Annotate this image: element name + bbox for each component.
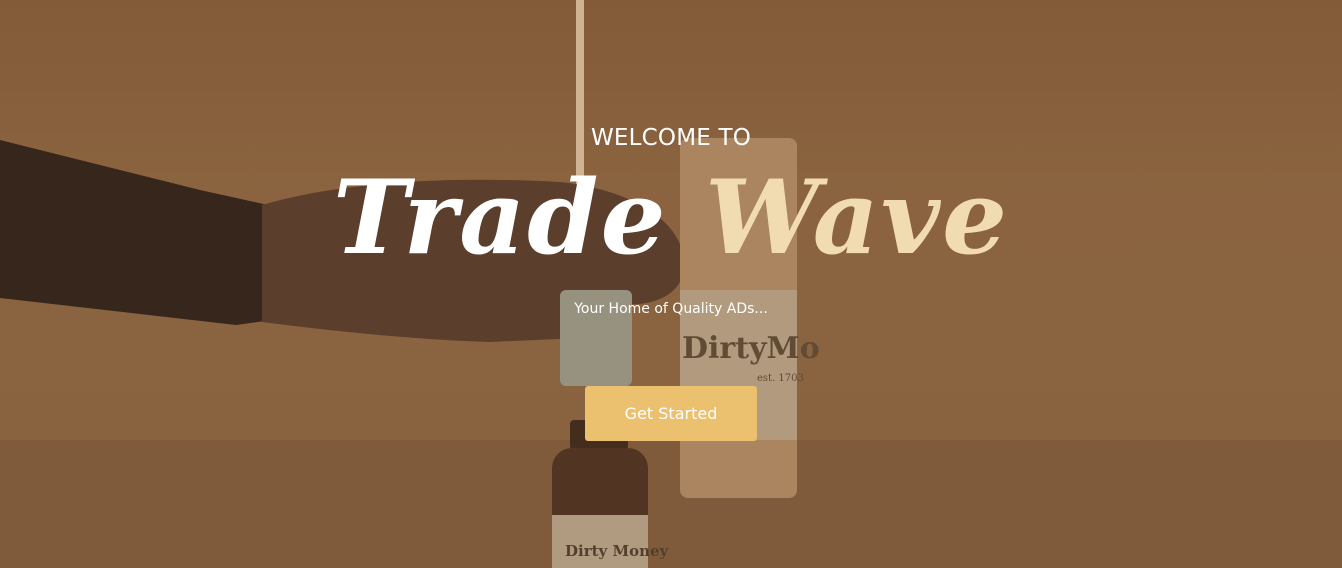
brand-title-part-1: Trade: [333, 158, 668, 278]
brand-title-part-2: Wave: [705, 158, 1009, 278]
welcome-heading: WELCOME TO: [590, 125, 752, 151]
tagline: Your Home of Quality ADs...: [574, 301, 768, 317]
get-started-button[interactable]: Get Started: [585, 386, 757, 441]
brand-title: Trade Wave: [0, 158, 1342, 278]
hero-content: WELCOME TO Trade Wave Your Home of Quali…: [0, 0, 1342, 568]
hero-section: DirtyMo est. 1703 Dirty Money WELCOME TO…: [0, 0, 1342, 568]
